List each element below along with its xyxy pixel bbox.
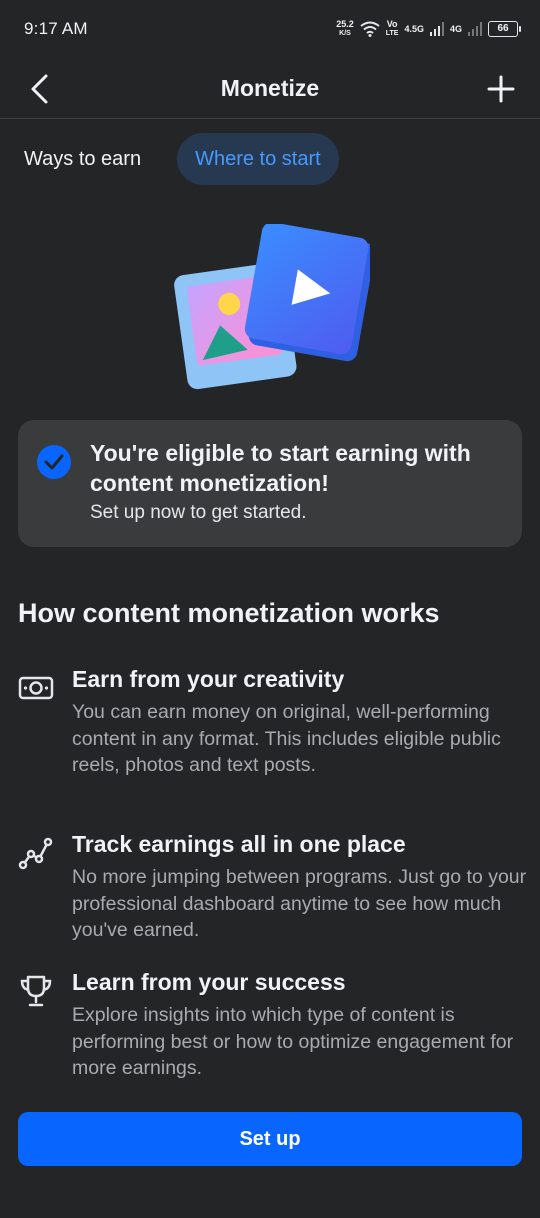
feature-title: Learn from your success: [72, 969, 346, 995]
feature-description: You can earn money on original, well-per…: [72, 701, 501, 776]
status-icons: 25.2 K/S Vo LTE 4.5G 4G 66: [336, 20, 521, 38]
signal-icon-2: [468, 22, 482, 36]
chart-line-icon: [18, 837, 53, 870]
volte-indicator: Vo LTE: [386, 20, 399, 38]
setup-button[interactable]: Set up: [18, 1112, 522, 1166]
tab-ways-to-earn[interactable]: Ways to earn: [6, 133, 159, 185]
wifi-icon: [360, 21, 380, 37]
eligibility-card: You're eligible to start earning with co…: [18, 420, 522, 547]
trophy-icon: [20, 975, 52, 1007]
check-circle-icon: [37, 445, 71, 479]
network-type-1: 4.5G: [404, 23, 424, 34]
back-arrow-icon[interactable]: [24, 72, 58, 106]
feature-item: Earn from your creativity You can earn m…: [18, 666, 528, 806]
network-speed-unit: K/S: [339, 30, 351, 37]
status-time: 9:17 AM: [24, 19, 88, 38]
volte-bottom: LTE: [385, 30, 399, 37]
feature-description: No more jumping between programs. Just g…: [72, 866, 527, 941]
feature-title: Track earnings all in one place: [72, 831, 406, 857]
header: Monetize: [0, 58, 540, 119]
status-bar: 9:17 AM 25.2 K/S Vo LTE 4.5G 4G 66: [0, 0, 540, 58]
feature-title: Earn from your creativity: [72, 666, 345, 692]
feature-description: Explore insights into which type of cont…: [72, 1004, 514, 1079]
tab-where-to-start[interactable]: Where to start: [177, 133, 339, 185]
eligibility-subtitle: Set up now to get started.: [90, 502, 307, 523]
signal-icon-1: [429, 22, 444, 36]
battery-icon: 66: [488, 21, 521, 37]
network-type-2: 4G: [449, 23, 462, 34]
tab-bar: Ways to earn Where to start: [24, 133, 339, 185]
page-title: Monetize: [220, 74, 320, 101]
network-speed: 25.2 K/S: [336, 20, 354, 38]
eligibility-title: You're eligible to start earning with co…: [90, 440, 471, 496]
feature-item: Learn from your success Explore insights…: [18, 969, 528, 1089]
volte-top: Vo: [386, 19, 398, 29]
network-speed-value: 25.2: [336, 19, 354, 29]
section-title: How content monetization works: [18, 598, 440, 628]
feature-item: Track earnings all in one place No more …: [18, 831, 528, 951]
money-icon: [18, 676, 54, 700]
plus-icon[interactable]: [484, 72, 518, 106]
media-illustration: [174, 224, 370, 390]
